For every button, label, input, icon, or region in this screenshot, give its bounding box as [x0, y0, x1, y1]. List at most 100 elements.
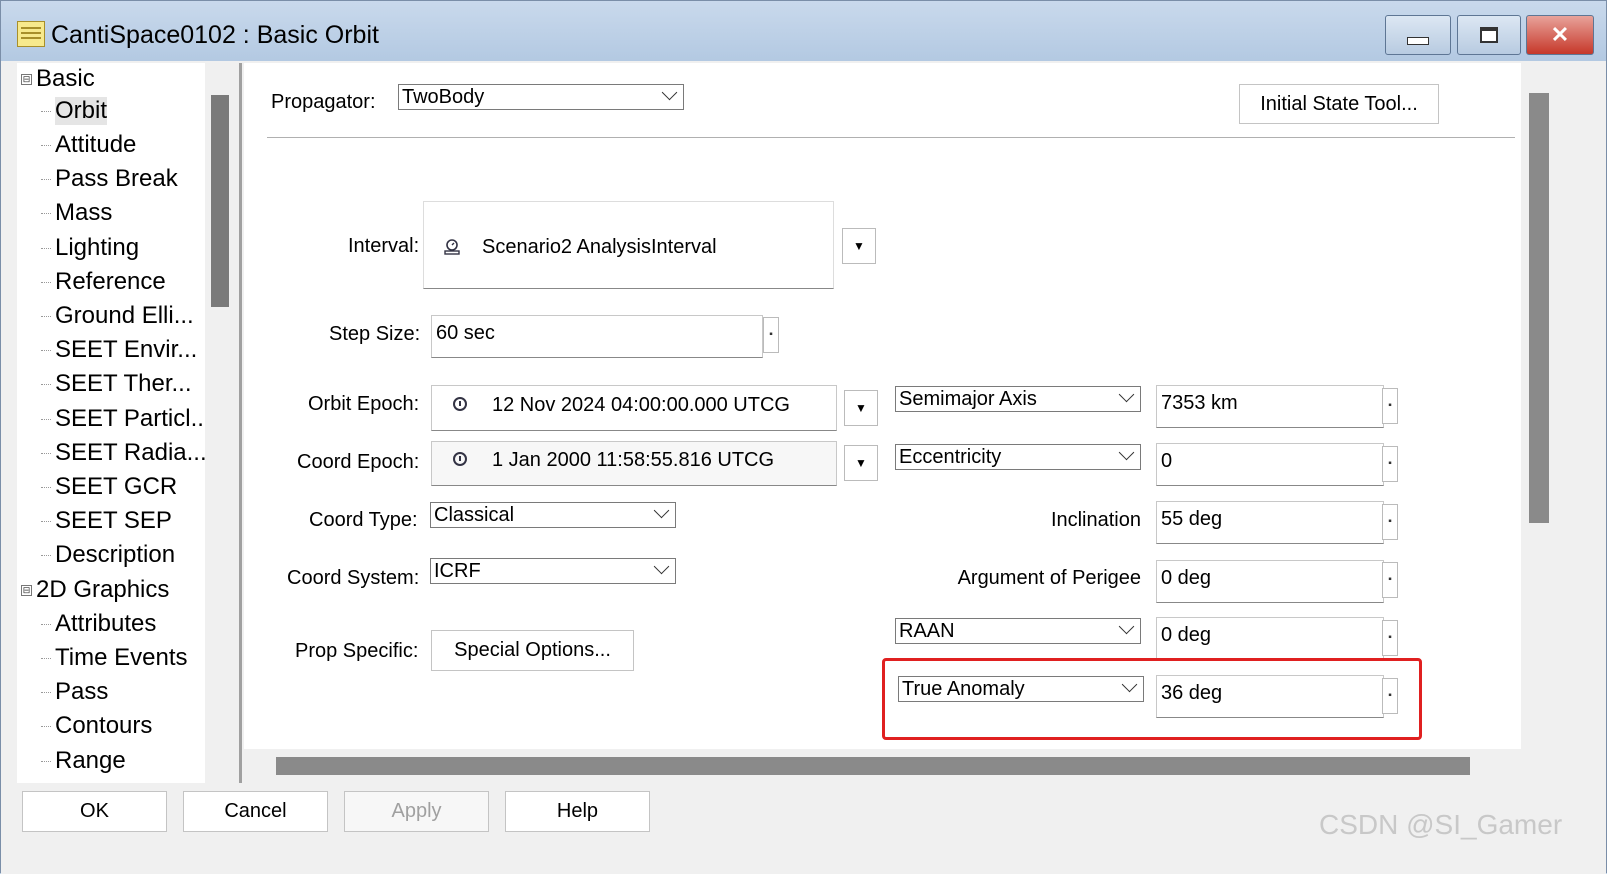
tree-item-mass[interactable]: Mass [40, 199, 112, 227]
tree-item-seet-radiation[interactable]: SEET Radia... [41, 439, 205, 467]
tree-item-seet-particle[interactable]: SEET Particl... [41, 405, 205, 433]
tree-item-description[interactable]: Description [40, 541, 175, 569]
interval-value: Scenario2 AnalysisInterval [482, 236, 717, 258]
element-select-raan[interactable]: RAAN [895, 618, 1141, 644]
chevron-down-icon [661, 85, 678, 101]
tree-item-seet-sep[interactable]: SEET SEP [41, 507, 172, 535]
coord-epoch-field[interactable]: 1 Jan 2000 11:58:55.816 UTCG [431, 441, 837, 486]
cancel-button[interactable]: Cancel [183, 791, 328, 832]
interval-dropdown-button[interactable]: ▼ [842, 228, 876, 264]
unit-spin-icon[interactable]: ▪ [1382, 388, 1398, 424]
chevron-down-icon [1118, 387, 1135, 403]
tree-group-2d-graphics[interactable]: ⊟ 2D Graphics [21, 576, 169, 604]
tree-item-ground-ellipse[interactable]: Ground Elli... [41, 302, 194, 330]
apply-button[interactable]: Apply [344, 791, 489, 832]
element-select-semimajor-axis[interactable]: Semimajor Axis [895, 386, 1141, 412]
orbit-epoch-label: Orbit Epoch: [308, 393, 420, 415]
tree-item-attitude[interactable]: Attitude [40, 131, 136, 159]
propagator-label: Propagator: [271, 91, 376, 113]
maximize-button[interactable] [1457, 15, 1521, 55]
tree-scrollbar[interactable] [205, 63, 233, 783]
coord-system-select[interactable]: ICRF [430, 558, 676, 584]
element-name: Eccentricity [899, 446, 1002, 468]
orbit-epoch-dropdown-button[interactable]: ▼ [844, 390, 878, 426]
tree-item-seet-thermal[interactable]: SEET Ther... [41, 370, 192, 398]
inclination-input[interactable]: 55 deg [1156, 501, 1384, 544]
close-button[interactable]: ✕ [1526, 15, 1594, 55]
tree-item-seet-gcr[interactable]: SEET GCR [40, 473, 177, 501]
tree-item-pass-break[interactable]: Pass Break [41, 165, 178, 193]
interval-label: Interval: [348, 235, 420, 257]
tree-group-label: 2D Graphics [36, 576, 170, 603]
maximize-icon [1480, 27, 1498, 43]
tree-group-basic[interactable]: ⊟ Basic [21, 65, 95, 93]
tree-item-pass[interactable]: Pass [40, 678, 108, 706]
help-button[interactable]: Help [505, 791, 650, 832]
prop-specific-label: Prop Specific: [295, 640, 419, 662]
clock-icon [453, 397, 467, 411]
element-select-eccentricity[interactable]: Eccentricity [895, 444, 1141, 470]
special-options-button[interactable]: Special Options... [431, 630, 634, 671]
property-tree[interactable]: ⊟ Basic Orbit Attitude Pass Break Mass Li… [17, 63, 205, 783]
unit-spin-icon[interactable]: ▪ [1382, 620, 1398, 656]
unit-spin-icon[interactable]: ▪ [1382, 446, 1398, 482]
collapse-icon[interactable]: ⊟ [21, 585, 32, 597]
interval-field[interactable]: Scenario2 AnalysisInterval [423, 201, 834, 289]
coord-epoch-value: 1 Jan 2000 11:58:55.816 UTCG [492, 449, 775, 471]
window-title: CantiSpace0102 : Basic Orbit [51, 21, 379, 49]
element-name: Semimajor Axis [899, 388, 1037, 410]
dialog-window: CantiSpace0102 : Basic Orbit ✕ ⊟ Basic Or… [0, 0, 1607, 874]
minimize-button[interactable] [1385, 15, 1451, 55]
highlight-box [882, 658, 1422, 740]
tree-item-lighting[interactable]: Lighting [40, 234, 139, 262]
orbit-epoch-value: 12 Nov 2024 04:00:00.000 UTCG [492, 394, 790, 416]
initial-state-tool-button[interactable]: Initial State Tool... [1239, 84, 1439, 124]
splitter[interactable] [239, 63, 242, 783]
unit-spin-icon[interactable]: ▪ [763, 317, 779, 353]
tree-item-reference[interactable]: Reference [41, 268, 166, 296]
eccentricity-input[interactable]: 0 [1156, 443, 1384, 486]
watermark: CSDN @SI_Gamer [1319, 809, 1563, 840]
coord-type-label: Coord Type: [309, 509, 418, 531]
orbit-epoch-field[interactable]: 12 Nov 2024 04:00:00.000 UTCG [431, 385, 837, 431]
ok-button[interactable]: OK [22, 791, 167, 832]
coord-epoch-label: Coord Epoch: [297, 451, 420, 473]
interval-icon [443, 238, 460, 255]
app-icon [17, 21, 45, 47]
raan-input[interactable]: 0 deg [1156, 617, 1384, 660]
propagator-select[interactable]: TwoBody [398, 84, 684, 110]
chevron-down-icon [653, 503, 670, 519]
step-size-input[interactable]: 60 sec [431, 315, 763, 358]
tree-item-attributes[interactable]: Attributes [40, 610, 156, 638]
coord-type-value: Classical [434, 504, 515, 526]
tree-group-label: Basic [36, 65, 95, 92]
tree-scroll-thumb[interactable] [211, 95, 229, 307]
coord-system-value: ICRF [434, 560, 481, 582]
coord-epoch-dropdown-button[interactable]: ▼ [844, 445, 878, 481]
chevron-down-icon [1118, 619, 1135, 635]
step-size-label: Step Size: [329, 323, 421, 345]
inclination-label: Inclination [1050, 509, 1141, 531]
chevron-down-icon [653, 559, 670, 575]
clock-icon [453, 452, 467, 466]
title-bar[interactable]: CantiSpace0102 : Basic Orbit ✕ [1, 1, 1606, 61]
coord-type-select[interactable]: Classical [430, 502, 676, 528]
minimize-icon [1407, 37, 1429, 45]
coord-system-label: Coord System: [287, 567, 420, 589]
unit-spin-icon[interactable]: ▪ [1382, 504, 1398, 540]
panel-horizontal-scrollbar[interactable] [276, 757, 1470, 775]
propagator-value: TwoBody [402, 86, 485, 108]
tree-item-orbit[interactable]: Orbit [40, 97, 108, 125]
panel-vertical-scrollbar[interactable] [1529, 93, 1549, 523]
semimajor-axis-input[interactable]: 7353 km [1156, 385, 1384, 428]
separator [267, 137, 1515, 138]
argument-of-perigee-label: Argument of Perigee [957, 567, 1141, 589]
unit-spin-icon[interactable]: ▪ [1382, 562, 1398, 598]
element-name: RAAN [899, 620, 955, 642]
collapse-icon[interactable]: ⊟ [21, 74, 32, 86]
tree-item-time-events[interactable]: Time Events [40, 644, 187, 672]
tree-item-seet-environment[interactable]: SEET Envir... [40, 336, 197, 364]
argument-of-perigee-input[interactable]: 0 deg [1156, 560, 1384, 603]
tree-item-contours[interactable]: Contours [40, 712, 152, 740]
tree-item-range[interactable]: Range [41, 747, 126, 775]
